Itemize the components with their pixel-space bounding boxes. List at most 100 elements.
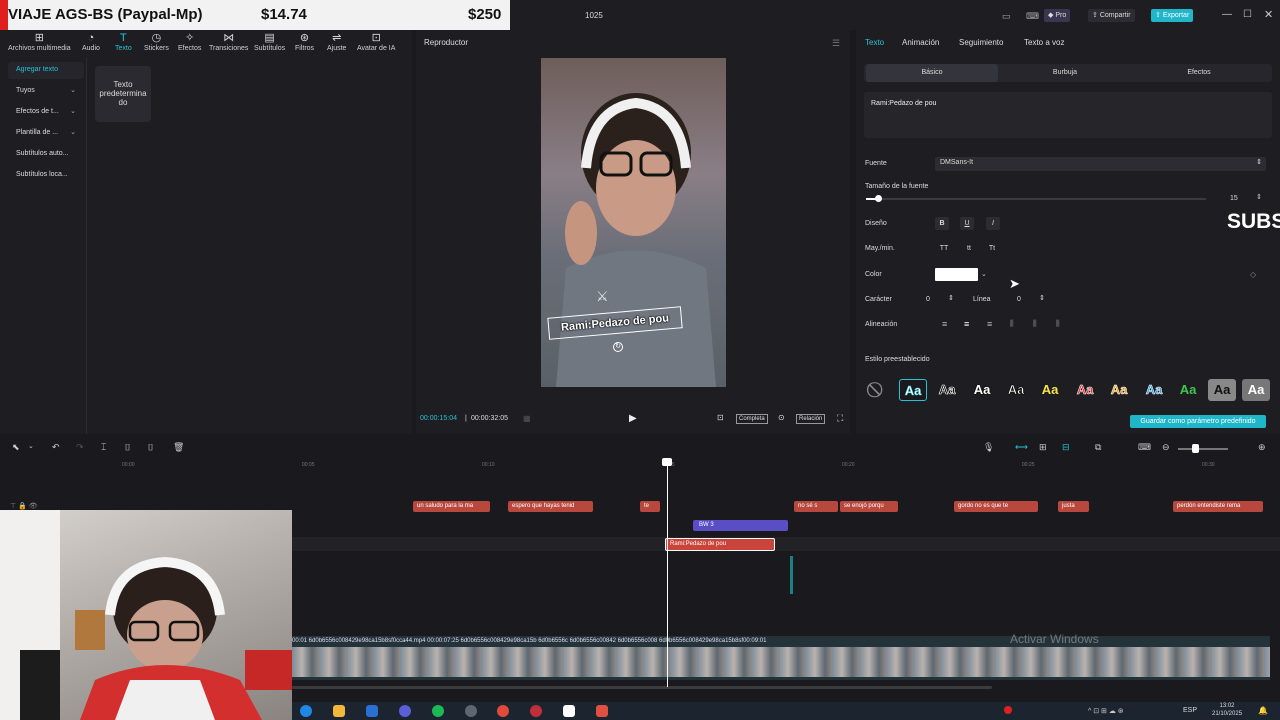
tool-effects[interactable]: ✧ Efectos <box>178 32 201 52</box>
tab-text-to-speech[interactable]: Texto a voz <box>1024 38 1064 47</box>
close-icon[interactable]: ✕ <box>1264 8 1273 21</box>
align-bottom-icon[interactable]: ⫼ <box>1056 319 1060 329</box>
subtab-effects[interactable]: Efectos <box>1132 64 1266 82</box>
preset-style[interactable]: Aa <box>1140 379 1168 401</box>
text-clip[interactable]: no sé s <box>794 501 838 512</box>
font-size-slider[interactable] <box>866 198 1206 200</box>
tool-audio[interactable]: ◔ Audio <box>82 32 100 52</box>
trim-right-icon[interactable]: ⌷ <box>148 442 153 453</box>
rotate-handle-icon[interactable]: ↻ <box>613 342 623 352</box>
play-icon[interactable]: ▶ <box>629 413 637 424</box>
tab-tracking[interactable]: Seguimiento <box>959 38 1003 47</box>
full-button[interactable]: Completa <box>736 414 768 424</box>
align-right-icon[interactable]: ≡ <box>987 319 992 329</box>
spotify-icon[interactable] <box>432 705 444 717</box>
split-screen-icon[interactable]: ⧉ <box>1095 442 1101 453</box>
obs-icon[interactable] <box>530 705 542 717</box>
tab-animation[interactable]: Animación <box>902 38 939 47</box>
tab-text[interactable]: Texto <box>865 38 884 47</box>
shortcuts-icon[interactable]: ⌨ <box>1026 11 1039 22</box>
ratio-button[interactable]: Relación <box>796 414 826 424</box>
text-clip[interactable]: espero que hayas tenid <box>508 501 593 512</box>
select-tool-icon[interactable]: ⬉ <box>12 442 20 453</box>
file-explorer-icon[interactable] <box>333 705 345 717</box>
link-icon[interactable]: ⟷ <box>1015 442 1028 453</box>
clock[interactable]: 13:02 21/10/2025 <box>1212 702 1242 718</box>
microphone-icon[interactable]: 🎙 <box>983 442 994 453</box>
tray-icons[interactable]: ^ ⊡ ⊞ ☁ ⊛ <box>1088 707 1124 715</box>
app-icon[interactable] <box>596 705 608 717</box>
sidebar-item-text-effects[interactable]: Efectos de t... ⌄ <box>8 104 84 121</box>
sidebar-item-add-text[interactable]: Agregar texto <box>8 62 84 79</box>
discord-icon[interactable] <box>399 705 411 717</box>
titlecase-button[interactable]: Tt <box>985 242 999 255</box>
align-top-icon[interactable]: ⫼ <box>1010 319 1014 329</box>
text-clip[interactable]: gordo no es que te <box>954 501 1038 512</box>
delete-icon[interactable]: 🗑 <box>173 442 184 453</box>
zoom-in-icon[interactable]: ⊕ <box>1258 442 1266 453</box>
preset-style[interactable]: Aa <box>933 379 961 401</box>
sidebar-item-auto-subtitles[interactable]: Subtítulos auto... <box>8 146 84 163</box>
text-clip[interactable]: se enojó porqu <box>840 501 898 512</box>
tool-stickers[interactable]: ◷ Stickers <box>144 32 169 52</box>
font-size-slider-handle[interactable] <box>875 195 882 202</box>
text-clip[interactable]: te <box>640 501 660 512</box>
font-select[interactable]: DMSans-It ⇕ <box>935 157 1266 171</box>
share-button[interactable]: ⇪ Compartir <box>1088 9 1135 22</box>
tool-ai-avatar[interactable]: ⊡ Avatar de IA <box>357 32 395 52</box>
selected-text-clip[interactable]: Rami:Pedazo de pou <box>665 538 775 551</box>
preset-style[interactable]: Aa <box>1002 379 1030 401</box>
trim-left-icon[interactable]: ⌷ <box>125 442 130 453</box>
settings-icon[interactable] <box>465 705 477 717</box>
store-icon[interactable] <box>366 705 378 717</box>
preset-style[interactable]: Aa <box>1105 379 1133 401</box>
color-swatch[interactable] <box>935 268 978 281</box>
text-clip[interactable]: un saludo para la ma <box>413 501 490 512</box>
preset-none-icon[interactable]: ⃠ <box>864 379 892 401</box>
chevron-down-icon[interactable]: ⌄ <box>28 442 34 450</box>
font-size-value[interactable]: 15 <box>1230 195 1238 202</box>
text-clip[interactable]: justa <box>1058 501 1089 512</box>
preset-style[interactable]: Aa <box>1071 379 1099 401</box>
preset-style[interactable]: Aa <box>1174 379 1202 401</box>
preview-axis-icon[interactable]: ⊟ <box>1062 442 1070 453</box>
split-icon[interactable]: ⌶ <box>101 442 106 453</box>
zoom-slider-handle[interactable] <box>1192 444 1199 453</box>
line-stepper-icon[interactable]: ⇕ <box>1039 294 1045 302</box>
track-controls-icon[interactable]: ⊤ 🔒 👁 <box>10 502 38 510</box>
keyframe-icon[interactable]: ◇ <box>1250 270 1256 279</box>
text-clip[interactable]: perdón entendiste rema <box>1173 501 1263 512</box>
effect-clip[interactable]: BW 3 <box>693 520 788 531</box>
bold-button[interactable]: B <box>935 217 949 230</box>
chrome-icon[interactable] <box>497 705 509 717</box>
preset-style[interactable]: Aa <box>1208 379 1236 401</box>
sidebar-item-templates[interactable]: Plantilla de ... ⌄ <box>8 125 84 142</box>
line-spacing-value[interactable]: 0 <box>1017 296 1021 303</box>
zoom-out-icon[interactable]: ⊖ <box>1162 442 1170 453</box>
crop-icon[interactable]: ⊡ <box>717 413 724 422</box>
character-stepper-icon[interactable]: ⇕ <box>948 294 954 302</box>
tool-filters[interactable]: ⊛ Filtros <box>295 32 314 52</box>
captions-icon[interactable]: ⌨ <box>1138 442 1151 453</box>
undo-icon[interactable]: ↶ <box>52 442 60 453</box>
edge-icon[interactable] <box>300 705 312 717</box>
save-preset-button[interactable]: Guardar como parámetro predefinido <box>1130 415 1266 428</box>
subtab-basic[interactable]: Básico <box>866 64 998 82</box>
text-content-input[interactable]: Rami:Pedazo de pou <box>864 92 1272 138</box>
tool-adjust[interactable]: ⇌ Ajuste <box>327 32 346 52</box>
tool-text[interactable]: T Texto <box>115 32 132 52</box>
redo-icon[interactable]: ↷ <box>76 442 84 453</box>
fit-icon[interactable]: ⊙ <box>778 413 785 422</box>
lowercase-button[interactable]: tt <box>962 242 976 255</box>
subtab-bubble[interactable]: Burbuja <box>1000 64 1130 82</box>
align-left-icon[interactable]: ≡ <box>942 319 947 329</box>
menu-icon[interactable]: ☰ <box>832 38 840 49</box>
fullscreen-icon[interactable]: ⛶ <box>837 413 843 424</box>
maximize-icon[interactable]: ☐ <box>1243 9 1252 20</box>
tool-transitions[interactable]: ⋈ Transiciones <box>209 32 248 52</box>
preset-style[interactable]: Aa <box>899 379 927 401</box>
minimize-icon[interactable]: — <box>1222 9 1232 20</box>
sidebar-item-yours[interactable]: Tuyos ⌄ <box>8 83 84 100</box>
align-center-icon[interactable]: ≡ <box>964 319 969 329</box>
snap-icon[interactable]: ⊞ <box>1039 442 1047 453</box>
